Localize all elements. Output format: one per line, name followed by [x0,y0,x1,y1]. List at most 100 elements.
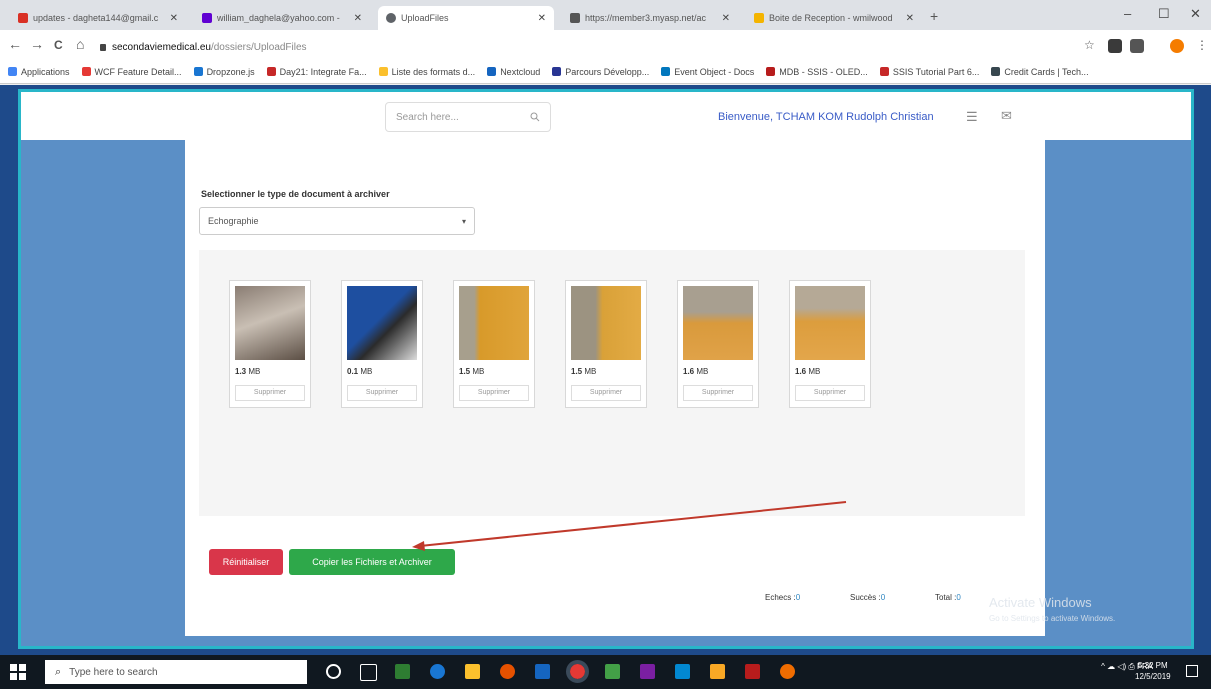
activate-windows-subtext: Go to Settings to activate Windows. [989,614,1116,623]
url-path: /dossiers/UploadFiles [210,41,307,53]
remove-file-button[interactable]: Supprimer [459,385,529,401]
remove-file-button[interactable]: Supprimer [235,385,305,401]
file-preview: 1.6 MB Supprimer [677,280,759,408]
file-preview: 1.6 MB Supprimer [789,280,871,408]
bookmark-label: Day21: Integrate Fa... [279,66,367,77]
browser-tab-active[interactable]: UploadFiles ✕ [378,6,554,30]
search-placeholder: Search here... [396,111,459,123]
close-icon[interactable]: ✕ [354,13,362,24]
browser-tab[interactable]: updates - dagheta144@gmail.c ✕ [10,6,186,30]
firefox-icon[interactable] [500,664,515,679]
forward-button[interactable]: → [30,36,44,52]
filezilla-icon[interactable] [745,664,760,679]
minimize-button[interactable]: – [1124,6,1131,21]
menu-icon[interactable]: ⋮ [1196,38,1208,52]
bookmark-icon [661,67,671,76]
file-size: 1.5 MB [571,367,597,376]
close-icon[interactable]: ✕ [170,13,178,24]
page-icon [570,13,580,23]
bookmark-item[interactable]: SSIS Tutorial Part 6... [879,67,979,77]
bookmark-item[interactable]: Liste des formats d... [378,66,476,77]
remove-file-button[interactable]: Supprimer [347,385,417,401]
bookmark-label: WCF Feature Detail... [94,66,182,77]
close-icon[interactable]: ✕ [906,13,914,24]
bookmark-item[interactable]: Parcours Développ... [552,67,649,77]
new-tab-button[interactable]: + [930,8,938,24]
edge-icon[interactable] [430,664,445,679]
close-window-button[interactable]: ✕ [1190,6,1201,22]
bookmark-item[interactable]: Credit Cards | Tech... [991,66,1089,77]
reload-button[interactable]: C [54,38,63,52]
chrome-icon[interactable] [566,660,589,683]
extension-icon[interactable] [1130,39,1144,53]
profile-avatar[interactable] [1170,39,1184,53]
search-input[interactable]: Search here... [385,102,551,132]
reset-button[interactable]: Réinitialiser [209,549,283,575]
bookmark-icon [991,67,1001,76]
task-view-icon[interactable] [360,664,377,681]
doc-type-select[interactable]: Echographie ▾ [199,207,475,235]
browser-tab[interactable]: https://member3.myasp.net/ac ✕ [562,6,738,30]
bookmark-icon [487,67,497,76]
app-topnav: Search here... Bienvenue, TCHAM KOM Rudo… [21,92,1191,140]
bookmark-item[interactable]: Applications [8,67,70,77]
taskbar-search-placeholder: Type here to search [69,666,158,678]
bookmark-item[interactable]: Nextcloud [487,67,540,77]
tab-label: Boite de Reception - wmilwood [769,13,893,23]
bookmark-icon [193,67,203,76]
store-icon[interactable] [465,664,480,679]
bookmark-label: Event Object - Docs [674,66,755,77]
file-thumbnail [571,286,641,360]
taskbar-search-input[interactable]: ⌕ Type here to search [45,660,307,684]
close-icon[interactable]: ✕ [722,13,730,24]
remove-file-button[interactable]: Supprimer [683,385,753,401]
maximize-button[interactable]: ☐ [1158,6,1170,22]
search-icon[interactable] [530,112,540,122]
remove-file-button[interactable]: Supprimer [571,385,641,401]
bookmark-item[interactable]: Event Object - Docs [661,67,754,77]
file-preview: 1.5 MB Supprimer [565,280,647,408]
remove-file-button[interactable]: Supprimer [795,385,865,401]
browser-tab[interactable]: william_daghela@yahoo.com - ✕ [194,6,370,30]
taskbar-app-icon[interactable] [395,664,410,679]
visual-studio-icon[interactable] [640,664,655,679]
clock-time: 5:32 PM [1137,661,1168,670]
url-field[interactable]: secondaviemedical.eu /dossiers/UploadFil… [100,38,1000,56]
browser-tab[interactable]: Boite de Reception - wmilwood ✕ [746,6,922,30]
extension-icon[interactable] [1108,39,1122,53]
taskbar-app-icon[interactable] [675,664,690,679]
excel-icon[interactable] [605,664,620,679]
taskbar-app-icon[interactable] [780,664,795,679]
search-icon: ⌕ [55,665,62,678]
taskbar-app-icon[interactable] [535,664,550,679]
windows-taskbar: ⌕ Type here to search ^ ☁ ◁) ⎙ FRA 5:32 … [0,655,1211,689]
notification-icon[interactable] [1186,665,1198,677]
bookmark-item[interactable]: Dropzone.js [193,67,255,77]
bookmark-icon [378,67,388,76]
dropzone[interactable]: 1.3 MB Supprimer 0.1 MB Supprimer 1.5 MB… [199,250,1025,516]
list-icon[interactable]: ☰ [966,109,978,125]
home-button[interactable]: ⌂ [76,36,84,52]
back-button[interactable]: ← [8,36,22,52]
tab-label: updates - dagheta144@gmail.c [33,13,159,23]
chevron-down-icon: ▾ [461,216,466,226]
url-domain: secondaviemedical.eu [112,41,211,53]
mail-icon[interactable]: ✉ [1001,108,1012,124]
bookmark-label: Parcours Développ... [565,66,650,77]
bookmark-icon [879,67,889,76]
bookmark-label: Liste des formats d... [391,66,476,77]
bookmark-item[interactable]: WCF Feature Detail... [81,66,182,77]
bookmark-item[interactable]: Day21: Integrate Fa... [266,66,367,77]
copy-archive-button[interactable]: Copier les Fichiers et Archiver [289,549,455,575]
globe-icon [386,13,396,23]
cortana-icon[interactable] [326,664,341,679]
tab-label: UploadFiles [401,13,449,23]
bookmark-label: Credit Cards | Tech... [1004,66,1089,77]
bookmark-star-icon[interactable]: ☆ [1084,38,1095,52]
file-explorer-icon[interactable] [710,664,725,679]
close-icon[interactable]: ✕ [538,13,546,24]
windows-start-icon[interactable] [10,664,26,680]
file-thumbnail [459,286,529,360]
taskbar-clock[interactable]: 5:32 PM 12/5/2019 [1135,660,1171,682]
bookmark-item[interactable]: MDB - SSIS - OLED... [766,67,868,77]
